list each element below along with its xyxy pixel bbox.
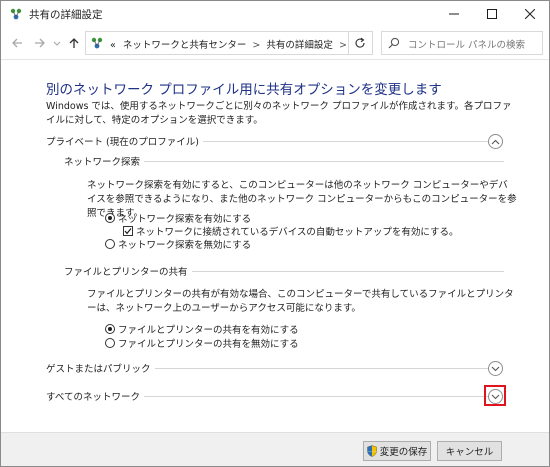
refresh-icon: [355, 37, 365, 48]
title-bar: 共有の詳細設定: [1, 1, 549, 27]
breadcrumb-separator[interactable]: >: [339, 40, 347, 51]
checkbox-auto-setup[interactable]: ネットワークに接続されているデバイスの自動セットアップを有効にする。: [123, 224, 459, 238]
breadcrumb-item-advanced-sharing[interactable]: 共有の詳細設定: [266, 40, 333, 51]
page-description: Windows では、使用するネットワークごとに別々のネットワーク プロファイル…: [46, 101, 512, 126]
refresh-button[interactable]: [348, 31, 373, 55]
sharing-description: ファイルとプリンターの共有が有効な場合、このコンピューターで共有しているファイル…: [87, 289, 514, 314]
subsection-title-sharing: ファイルとプリンターの共有: [64, 264, 192, 278]
up-arrow-icon[interactable]: [67, 36, 81, 50]
radio-sharing-on[interactable]: ファイルとプリンターの共有を有効にする: [105, 322, 299, 336]
radio-button-selected[interactable]: [105, 324, 115, 334]
breadcrumb-overflow[interactable]: «: [110, 40, 116, 51]
subsection-title-discovery: ネットワーク探索: [64, 154, 145, 168]
save-changes-button[interactable]: 変更の保存: [363, 441, 431, 461]
recent-dropdown-icon[interactable]: [52, 36, 62, 50]
radio-button[interactable]: [105, 239, 115, 249]
address-bar[interactable]: « ネットワークと共有センター > 共有の詳細設定 >: [85, 31, 422, 55]
radio-label: ネットワーク探索を有効にする: [118, 214, 252, 225]
cancel-button[interactable]: キャンセル: [437, 441, 502, 461]
minimize-button[interactable]: [435, 1, 473, 27]
search-input[interactable]: コントロール パネルの検索: [381, 31, 543, 55]
page-title: 別のネットワーク プロファイル用に共有オプションを変更します: [46, 82, 442, 98]
radio-label: ネットワーク探索を無効にする: [118, 240, 252, 251]
navigation-bar: « ネットワークと共有センター > 共有の詳細設定 > コントロール パネルの検…: [1, 27, 549, 59]
highlight-marker: [484, 385, 506, 406]
maximize-button[interactable]: [473, 1, 511, 27]
minimize-icon: [449, 13, 459, 15]
window: 共有の詳細設定 « ネットワークと共有センター > 共有の詳細設定 > コントロ…: [0, 0, 550, 467]
expand-guest-button[interactable]: [488, 361, 503, 376]
network-icon: [91, 37, 103, 49]
network-icon: [10, 8, 22, 20]
forward-arrow-icon[interactable]: [33, 36, 47, 50]
cancel-label: キャンセル: [445, 447, 494, 458]
main-content: 別のネットワーク プロファイル用に共有オプションを変更します Windows で…: [1, 59, 549, 433]
footer-bar: 変更の保存 キャンセル: [1, 432, 549, 466]
maximize-icon: [487, 9, 497, 19]
radio-sharing-off[interactable]: ファイルとプリンターの共有を無効にする: [105, 336, 299, 350]
checkbox-label: ネットワークに接続されているデバイスの自動セットアップを有効にする。: [136, 227, 459, 238]
radio-label: ファイルとプリンターの共有を有効にする: [118, 325, 299, 336]
breadcrumb: « ネットワークと共有センター > 共有の詳細設定 >: [110, 37, 350, 51]
save-changes-label: 変更の保存: [379, 447, 428, 458]
chevron-up-icon: [491, 139, 500, 144]
radio-button-selected[interactable]: [105, 213, 115, 223]
radio-discovery-on[interactable]: ネットワーク探索を有効にする: [105, 211, 251, 225]
checkmark-icon: [124, 228, 132, 235]
section-title-all-networks[interactable]: すべてのネットワーク: [46, 389, 144, 403]
checkbox-checked[interactable]: [123, 226, 133, 236]
radio-label: ファイルとプリンターの共有を無効にする: [118, 339, 299, 350]
shield-icon: [366, 445, 377, 457]
window-title: 共有の詳細設定: [29, 9, 103, 21]
section-title-private[interactable]: プライベート (現在のプロファイル): [46, 134, 203, 148]
chevron-down-icon: [491, 366, 500, 371]
section-title-guest-public[interactable]: ゲストまたはパブリック: [46, 361, 155, 375]
close-icon: [525, 9, 535, 19]
radio-discovery-off[interactable]: ネットワーク探索を無効にする: [105, 237, 251, 251]
collapse-private-button[interactable]: [488, 134, 503, 149]
back-arrow-icon[interactable]: [10, 36, 24, 50]
search-icon: [388, 37, 400, 49]
radio-button[interactable]: [105, 338, 115, 348]
search-placeholder: コントロール パネルの検索: [408, 40, 526, 51]
breadcrumb-item-network-center[interactable]: ネットワークと共有センター: [123, 40, 247, 51]
close-button[interactable]: [511, 1, 549, 27]
breadcrumb-separator[interactable]: >: [252, 40, 260, 51]
